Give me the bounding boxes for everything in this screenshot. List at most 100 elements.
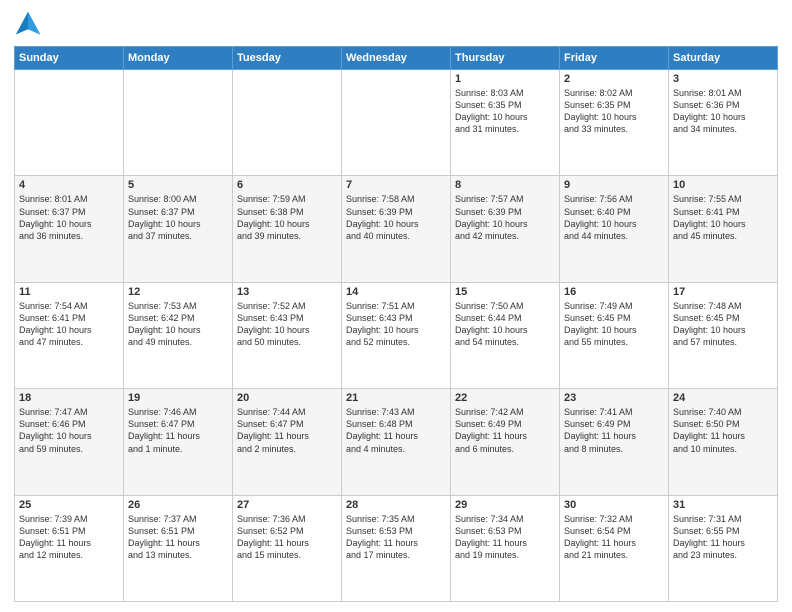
day-number: 26 bbox=[128, 499, 228, 511]
header bbox=[14, 10, 778, 38]
day-info: Sunrise: 7:43 AM Sunset: 6:48 PM Dayligh… bbox=[346, 406, 446, 455]
day-number: 17 bbox=[673, 286, 773, 298]
day-cell: 3 Sunrise: 8:01 AM Sunset: 6:36 PM Daylig… bbox=[669, 70, 778, 176]
day-cell: 22Sunrise: 7:42 AM Sunset: 6:49 PM Dayli… bbox=[451, 389, 560, 495]
day-number: 14 bbox=[346, 286, 446, 298]
day-number: 31 bbox=[673, 499, 773, 511]
logo bbox=[14, 10, 46, 38]
day-info: Sunrise: 7:57 AM Sunset: 6:39 PM Dayligh… bbox=[455, 193, 555, 242]
week-row-3: 11 Sunrise: 7:54 AM Sunset: 6:41 PM Dayli… bbox=[15, 282, 778, 388]
day-number: 19 bbox=[128, 392, 228, 404]
day-info: Sunrise: 7:54 AM Sunset: 6:41 PM Dayligh… bbox=[19, 300, 119, 349]
day-number: 23 bbox=[564, 392, 664, 404]
day-number: 13 bbox=[237, 286, 337, 298]
day-cell: 30 Sunrise: 7:32 AM Sunset: 6:54 PM Dayli… bbox=[560, 495, 669, 601]
week-row-4: 18 Sunrise: 7:47 AM Sunset: 6:46 PM Dayli… bbox=[15, 389, 778, 495]
day-cell: 12 Sunrise: 7:53 AM Sunset: 6:42 PM Dayli… bbox=[124, 282, 233, 388]
day-info: Sunrise: 7:47 AM Sunset: 6:46 PM Dayligh… bbox=[19, 406, 119, 455]
weekday-header-thursday: Thursday bbox=[451, 47, 560, 70]
day-cell: 26 Sunrise: 7:37 AM Sunset: 6:51 PM Dayli… bbox=[124, 495, 233, 601]
day-info: Sunrise: 7:48 AM Sunset: 6:45 PM Dayligh… bbox=[673, 300, 773, 349]
day-info: Sunrise: 7:39 AM Sunset: 6:51 PM Dayligh… bbox=[19, 513, 119, 562]
day-cell: 7 Sunrise: 7:58 AM Sunset: 6:39 PM Daylig… bbox=[342, 176, 451, 282]
day-number: 11 bbox=[19, 286, 119, 298]
day-number: 9 bbox=[564, 179, 664, 191]
weekday-header-monday: Monday bbox=[124, 47, 233, 70]
day-info: Sunrise: 7:46 AM Sunset: 6:47 PM Dayligh… bbox=[128, 406, 228, 455]
day-cell: 21 Sunrise: 7:43 AM Sunset: 6:48 PM Dayli… bbox=[342, 389, 451, 495]
day-info: Sunrise: 7:52 AM Sunset: 6:43 PM Dayligh… bbox=[237, 300, 337, 349]
day-number: 28 bbox=[346, 499, 446, 511]
week-row-2: 4 Sunrise: 8:01 AM Sunset: 6:37 PM Daylig… bbox=[15, 176, 778, 282]
day-cell bbox=[342, 70, 451, 176]
day-cell: 11 Sunrise: 7:54 AM Sunset: 6:41 PM Dayli… bbox=[15, 282, 124, 388]
day-cell: 5Sunrise: 8:00 AM Sunset: 6:37 PM Daylig… bbox=[124, 176, 233, 282]
day-cell: 14 Sunrise: 7:51 AM Sunset: 6:43 PM Dayli… bbox=[342, 282, 451, 388]
day-info: Sunrise: 8:01 AM Sunset: 6:37 PM Dayligh… bbox=[19, 193, 119, 242]
day-number: 18 bbox=[19, 392, 119, 404]
calendar-table: SundayMondayTuesdayWednesdayThursdayFrid… bbox=[14, 46, 778, 602]
day-info: Sunrise: 7:59 AM Sunset: 6:38 PM Dayligh… bbox=[237, 193, 337, 242]
day-number: 30 bbox=[564, 499, 664, 511]
day-cell: 25 Sunrise: 7:39 AM Sunset: 6:51 PM Dayli… bbox=[15, 495, 124, 601]
day-info: Sunrise: 7:35 AM Sunset: 6:53 PM Dayligh… bbox=[346, 513, 446, 562]
day-cell: 24 Sunrise: 7:40 AM Sunset: 6:50 PM Dayli… bbox=[669, 389, 778, 495]
day-cell: 10 Sunrise: 7:55 AM Sunset: 6:41 PM Dayli… bbox=[669, 176, 778, 282]
day-cell: 17 Sunrise: 7:48 AM Sunset: 6:45 PM Dayli… bbox=[669, 282, 778, 388]
day-info: Sunrise: 7:40 AM Sunset: 6:50 PM Dayligh… bbox=[673, 406, 773, 455]
day-cell: 4 Sunrise: 8:01 AM Sunset: 6:37 PM Daylig… bbox=[15, 176, 124, 282]
day-cell: 29 Sunrise: 7:34 AM Sunset: 6:53 PM Dayli… bbox=[451, 495, 560, 601]
day-info: Sunrise: 7:32 AM Sunset: 6:54 PM Dayligh… bbox=[564, 513, 664, 562]
day-cell: 20Sunrise: 7:44 AM Sunset: 6:47 PM Dayli… bbox=[233, 389, 342, 495]
day-number: 12 bbox=[128, 286, 228, 298]
day-info: Sunrise: 8:03 AM Sunset: 6:35 PM Dayligh… bbox=[455, 87, 555, 136]
day-cell bbox=[15, 70, 124, 176]
day-number: 10 bbox=[673, 179, 773, 191]
day-info: Sunrise: 7:31 AM Sunset: 6:55 PM Dayligh… bbox=[673, 513, 773, 562]
weekday-header-friday: Friday bbox=[560, 47, 669, 70]
page: SundayMondayTuesdayWednesdayThursdayFrid… bbox=[0, 0, 792, 612]
day-cell: 18 Sunrise: 7:47 AM Sunset: 6:46 PM Dayli… bbox=[15, 389, 124, 495]
week-row-5: 25 Sunrise: 7:39 AM Sunset: 6:51 PM Dayli… bbox=[15, 495, 778, 601]
day-number: 15 bbox=[455, 286, 555, 298]
day-number: 25 bbox=[19, 499, 119, 511]
day-cell: 6 Sunrise: 7:59 AM Sunset: 6:38 PM Daylig… bbox=[233, 176, 342, 282]
day-number: 22 bbox=[455, 392, 555, 404]
day-info: Sunrise: 7:34 AM Sunset: 6:53 PM Dayligh… bbox=[455, 513, 555, 562]
day-cell: 31 Sunrise: 7:31 AM Sunset: 6:55 PM Dayli… bbox=[669, 495, 778, 601]
day-info: Sunrise: 7:49 AM Sunset: 6:45 PM Dayligh… bbox=[564, 300, 664, 349]
day-number: 3 bbox=[673, 73, 773, 85]
day-info: Sunrise: 7:44 AM Sunset: 6:47 PM Dayligh… bbox=[237, 406, 337, 455]
day-cell: 9Sunrise: 7:56 AM Sunset: 6:40 PM Daylig… bbox=[560, 176, 669, 282]
day-number: 8 bbox=[455, 179, 555, 191]
day-info: Sunrise: 7:37 AM Sunset: 6:51 PM Dayligh… bbox=[128, 513, 228, 562]
day-number: 29 bbox=[455, 499, 555, 511]
day-number: 27 bbox=[237, 499, 337, 511]
day-info: Sunrise: 8:00 AM Sunset: 6:37 PM Dayligh… bbox=[128, 193, 228, 242]
day-cell: 16 Sunrise: 7:49 AM Sunset: 6:45 PM Dayli… bbox=[560, 282, 669, 388]
day-cell: 1Sunrise: 8:03 AM Sunset: 6:35 PM Daylig… bbox=[451, 70, 560, 176]
week-row-1: 1Sunrise: 8:03 AM Sunset: 6:35 PM Daylig… bbox=[15, 70, 778, 176]
day-number: 7 bbox=[346, 179, 446, 191]
weekday-header-sunday: Sunday bbox=[15, 47, 124, 70]
day-number: 16 bbox=[564, 286, 664, 298]
weekday-header-saturday: Saturday bbox=[669, 47, 778, 70]
day-cell: 2Sunrise: 8:02 AM Sunset: 6:35 PM Daylig… bbox=[560, 70, 669, 176]
weekday-header-tuesday: Tuesday bbox=[233, 47, 342, 70]
day-info: Sunrise: 7:41 AM Sunset: 6:49 PM Dayligh… bbox=[564, 406, 664, 455]
day-cell: 8 Sunrise: 7:57 AM Sunset: 6:39 PM Daylig… bbox=[451, 176, 560, 282]
day-cell: 28 Sunrise: 7:35 AM Sunset: 6:53 PM Dayli… bbox=[342, 495, 451, 601]
day-number: 21 bbox=[346, 392, 446, 404]
day-cell: 27Sunrise: 7:36 AM Sunset: 6:52 PM Dayli… bbox=[233, 495, 342, 601]
day-info: Sunrise: 8:01 AM Sunset: 6:36 PM Dayligh… bbox=[673, 87, 773, 136]
day-number: 24 bbox=[673, 392, 773, 404]
day-number: 4 bbox=[19, 179, 119, 191]
day-number: 6 bbox=[237, 179, 337, 191]
day-info: Sunrise: 7:58 AM Sunset: 6:39 PM Dayligh… bbox=[346, 193, 446, 242]
day-info: Sunrise: 7:53 AM Sunset: 6:42 PM Dayligh… bbox=[128, 300, 228, 349]
day-info: Sunrise: 7:51 AM Sunset: 6:43 PM Dayligh… bbox=[346, 300, 446, 349]
day-info: Sunrise: 7:55 AM Sunset: 6:41 PM Dayligh… bbox=[673, 193, 773, 242]
day-info: Sunrise: 8:02 AM Sunset: 6:35 PM Dayligh… bbox=[564, 87, 664, 136]
day-cell: 15Sunrise: 7:50 AM Sunset: 6:44 PM Dayli… bbox=[451, 282, 560, 388]
day-cell: 19 Sunrise: 7:46 AM Sunset: 6:47 PM Dayli… bbox=[124, 389, 233, 495]
